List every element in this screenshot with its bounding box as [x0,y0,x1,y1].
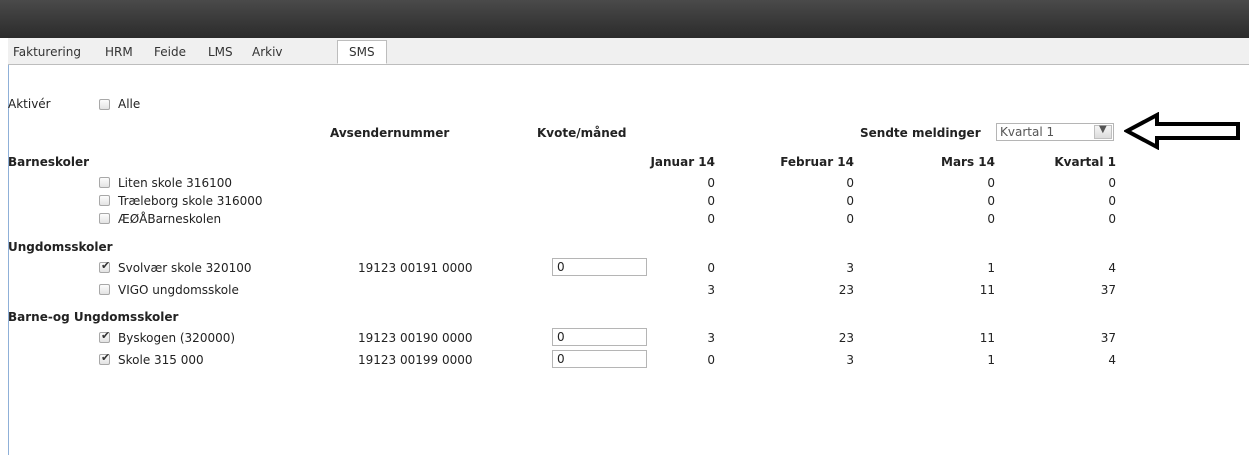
school-checkbox[interactable] [99,213,110,224]
app-title-bar [0,0,1249,38]
school-checkbox[interactable]: ✔ [99,351,111,365]
tab-strip: Fakturering HRM Feide LMS Arkiv SMS [8,38,1249,65]
activate-label: Aktivér [8,97,51,111]
left-arrow-outline-icon [1124,112,1240,150]
school-name: Skole 315 000 [118,353,204,367]
quota-input[interactable] [552,258,647,276]
sent-count: 1 [987,261,995,275]
sent-count: 37 [1100,283,1116,297]
sent-count: 0 [1108,212,1116,226]
sent-count: 0 [1108,194,1116,208]
school-name: Træleborg skole 316000 [118,194,263,208]
school-checkbox[interactable]: ✔ [99,329,111,343]
checkmark-icon: ✔ [101,259,111,272]
sent-count: 0 [987,212,995,226]
tab-hrm[interactable]: HRM [105,45,133,59]
sent-count: 1 [987,353,995,367]
month-header: Mars 14 [941,155,995,169]
content-frame [8,38,1249,455]
school-checkbox[interactable] [99,195,110,206]
sent-count: 0 [987,176,995,190]
sender-number: 19123 00191 0000 [358,261,473,275]
group-heading: Barneskoler [8,155,90,169]
sent-count: 4 [1108,353,1116,367]
sent-count: 11 [979,283,995,297]
sent-count: 0 [846,176,854,190]
sender-number: 19123 00199 0000 [358,353,473,367]
chevron-down-icon[interactable]: ▼ [1094,124,1112,139]
select-all-checkbox[interactable] [99,99,110,110]
sent-count: 3 [846,261,854,275]
group-heading: Barne-og Ungdomsskoler [8,310,179,324]
select-all-label: Alle [118,97,141,111]
sent-count: 4 [1108,261,1116,275]
tab-lms[interactable]: LMS [208,45,233,59]
month-header: Januar 14 [650,155,715,169]
sent-count: 23 [838,283,854,297]
sent-count: 11 [979,331,995,345]
sent-count: 0 [707,353,715,367]
sent-messages-label: Sendte meldinger [860,126,981,140]
sent-count: 0 [846,212,854,226]
quota-header: Kvote/måned [537,126,627,140]
sender-number-header: Avsendernummer [330,126,450,140]
school-name: ÆØÅBarneskolen [118,212,222,226]
tab-arkiv[interactable]: Arkiv [252,45,283,59]
school-checkbox[interactable]: ✔ [99,259,111,273]
month-header: Februar 14 [780,155,854,169]
school-name: Liten skole 316100 [118,176,232,190]
school-name: Byskogen (320000) [118,331,236,345]
quota-input[interactable] [552,350,647,368]
sent-count: 3 [846,353,854,367]
sent-count: 0 [707,194,715,208]
period-select[interactable]: Kvartal 1 ▼ [996,123,1114,141]
sent-count: 23 [838,331,854,345]
sent-count: 0 [707,212,715,226]
group-heading: Ungdomsskoler [8,240,113,254]
school-name: Svolvær skole 320100 [118,261,252,275]
sender-number: 19123 00190 0000 [358,331,473,345]
sent-count: 3 [707,283,715,297]
checkmark-icon: ✔ [101,329,111,342]
sent-count: 0 [987,194,995,208]
month-header: Kvartal 1 [1054,155,1116,169]
sent-count: 0 [846,194,854,208]
tab-fakturering[interactable]: Fakturering [13,45,81,59]
tab-sms[interactable]: SMS [337,40,387,64]
school-name: VIGO ungdomsskole [118,283,239,297]
sent-count: 0 [1108,176,1116,190]
sent-count: 0 [707,176,715,190]
checkmark-icon: ✔ [101,351,111,364]
tab-feide[interactable]: Feide [154,45,186,59]
school-checkbox[interactable] [99,284,110,295]
sent-count: 37 [1100,331,1116,345]
period-select-value: Kvartal 1 [1000,125,1055,139]
sent-count: 3 [707,331,715,345]
sent-count: 0 [707,261,715,275]
school-checkbox[interactable] [99,177,110,188]
quota-input[interactable] [552,328,647,346]
